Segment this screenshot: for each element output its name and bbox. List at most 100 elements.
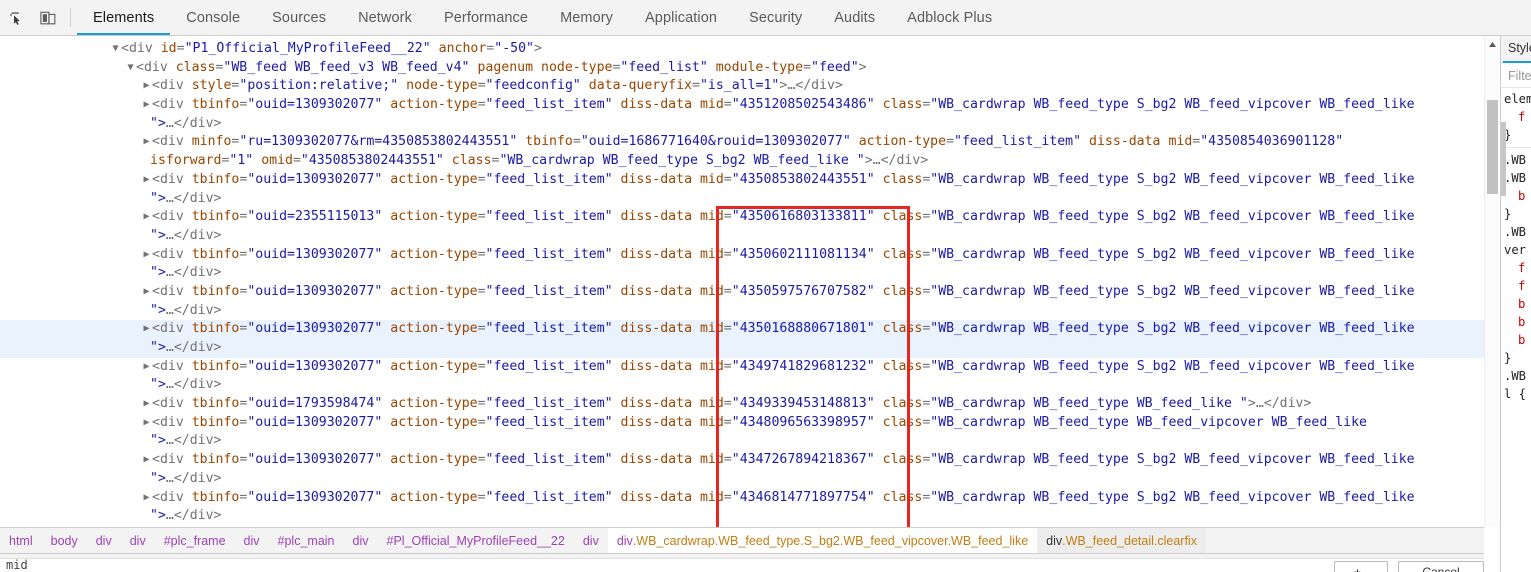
- attr-name-mid: mid: [699, 321, 724, 337]
- styles-rule[interactable]: l {: [1501, 385, 1531, 403]
- twisty-collapsed-icon[interactable]: ▶: [141, 358, 152, 377]
- breadcrumb-item[interactable]: div .WB_cardwrap.WB_feed_type.S_bg2.WB_fe…: [607, 528, 1038, 553]
- breadcrumb-item[interactable]: div .WB_feed_detail.clearfix: [1037, 528, 1206, 553]
- dom-tree-scroll-thumb[interactable]: [1487, 100, 1498, 194]
- breadcrumb-item[interactable]: #Pl_Official_MyProfileFeed__22: [378, 528, 574, 553]
- tab-memory[interactable]: Memory: [544, 0, 629, 35]
- styles-rule-property[interactable]: f: [1504, 277, 1531, 295]
- styles-rule-property[interactable]: b: [1504, 313, 1531, 331]
- tab-adblock-plus[interactable]: Adblock Plus: [891, 0, 1008, 35]
- twisty-collapsed-icon[interactable]: ▶: [141, 246, 152, 265]
- twisty-collapsed-icon[interactable]: ▶: [141, 208, 152, 227]
- breadcrumb-item[interactable]: div: [235, 528, 269, 553]
- breadcrumb-item[interactable]: div: [344, 528, 378, 553]
- styles-rule-property[interactable]: f: [1504, 259, 1531, 277]
- tab-performance[interactable]: Performance: [428, 0, 544, 35]
- node-ellipsis[interactable]: …: [166, 471, 174, 486]
- styles-rule-selector[interactable]: .WB: [1504, 169, 1531, 187]
- scroll-up-arrow-icon[interactable]: [1485, 36, 1500, 52]
- node-ellipsis[interactable]: …: [873, 153, 881, 168]
- twisty-collapsed-icon[interactable]: ▶: [141, 320, 152, 339]
- styles-rule-selector[interactable]: l {: [1504, 385, 1531, 403]
- dom-tree-scrollbar[interactable]: [1484, 36, 1499, 527]
- node-ellipsis[interactable]: …: [166, 265, 174, 280]
- styles-filter-row[interactable]: Filter: [1501, 64, 1531, 88]
- tab-elements[interactable]: Elements: [77, 0, 171, 35]
- tab-console[interactable]: Console: [170, 0, 256, 35]
- styles-rule-property[interactable]: f: [1504, 108, 1531, 126]
- node-ellipsis[interactable]: …: [166, 340, 174, 355]
- attr-value-id: "P1_Official_MyProfileFeed__22": [184, 41, 431, 56]
- dom-node-feed-item[interactable]: ▶ <div tbinfo = "ouid=1309302077" action-ty…: [0, 246, 1484, 283]
- twisty-collapsed-icon[interactable]: ▶: [141, 283, 152, 302]
- styles-rule-selector[interactable]: ver: [1504, 241, 1531, 259]
- twisty-collapsed-icon[interactable]: ▶: [141, 489, 152, 508]
- twisty-collapsed-icon[interactable]: ▶: [141, 133, 152, 152]
- styles-rule-selector[interactable]: .WB: [1504, 223, 1531, 241]
- breadcrumb-item[interactable]: body: [42, 528, 87, 553]
- dom-node-feed-item[interactable]: ▶ <div tbinfo = "ouid=1309302077" action-ty…: [0, 96, 1484, 133]
- tab-audits[interactable]: Audits: [818, 0, 891, 35]
- tag-open: <div: [152, 134, 184, 150]
- twisty-expanded-icon[interactable]: ▼: [125, 59, 136, 78]
- node-ellipsis[interactable]: …: [166, 433, 174, 448]
- twisty-collapsed-icon[interactable]: ▶: [141, 395, 152, 414]
- dom-node-feed-item[interactable]: ▶ <div tbinfo = "ouid=1309302077" action-ty…: [0, 283, 1484, 320]
- styles-filter-input[interactable]: Filter: [1508, 69, 1531, 83]
- styles-scroll-thumb[interactable]: [1501, 122, 1506, 196]
- node-ellipsis[interactable]: …: [166, 508, 174, 523]
- stepper-button[interactable]: + -: [1334, 561, 1388, 572]
- dom-node-wbfeed[interactable]: ▼ <div class = "WB_feed WB_feed_v3 WB_feed_…: [0, 59, 1484, 78]
- dom-node-root[interactable]: ▼ <div id="P1_Official_MyProfileFeed__22"…: [0, 40, 1484, 59]
- cancel-button[interactable]: Cancel: [1398, 561, 1484, 572]
- breadcrumb-item[interactable]: div: [87, 528, 121, 553]
- device-toolbar-icon[interactable]: [32, 0, 64, 36]
- dom-node-feed-item[interactable]: ▶ <div tbinfo = "ouid=1309302077" action-ty…: [0, 320, 1484, 358]
- dom-node-feed-item[interactable]: ▶ <div tbinfo = "ouid=1309302077" action-ty…: [0, 414, 1484, 451]
- node-ellipsis[interactable]: …: [166, 377, 174, 392]
- dom-node-feed-item[interactable]: ▶ <div tbinfo = "ouid=1309302077" action-ty…: [0, 171, 1484, 208]
- breadcrumb[interactable]: html body div div #plc_frame div #plc_main div #…: [0, 527, 1484, 554]
- twisty-collapsed-icon[interactable]: ▶: [141, 414, 152, 433]
- dom-node-feed-item[interactable]: ▶ <div tbinfo = "ouid=1793598474" action-ty…: [0, 395, 1484, 414]
- styles-rule[interactable]: .WB: [1501, 223, 1531, 241]
- dom-node-feed-item[interactable]: ▶ <div tbinfo = "ouid=1309302077" action-ty…: [0, 489, 1484, 526]
- breadcrumb-item[interactable]: html: [0, 528, 42, 553]
- styles-rule[interactable]: ver f f b b b}: [1501, 241, 1531, 367]
- dom-node-feed-item[interactable]: ▶ <div tbinfo = "ouid=1309302077" action-ty…: [0, 451, 1484, 488]
- node-ellipsis[interactable]: …: [166, 303, 174, 318]
- tab-styles[interactable]: Styles: [1508, 41, 1531, 55]
- breadcrumb-item[interactable]: #plc_main: [269, 528, 344, 553]
- eq: =: [477, 171, 486, 187]
- twisty-collapsed-icon[interactable]: ▶: [141, 451, 152, 470]
- tab-security[interactable]: Security: [733, 0, 818, 35]
- tab-application[interactable]: Application: [629, 0, 733, 35]
- dom-node-feedconfig[interactable]: ▶ <div style = "position:relative;" node-ty…: [0, 77, 1484, 96]
- tab-network[interactable]: Network: [342, 0, 428, 35]
- node-ellipsis[interactable]: …: [1256, 396, 1264, 411]
- styles-rule-selector[interactable]: .WB: [1504, 367, 1531, 385]
- twisty-collapsed-icon[interactable]: ▶: [141, 77, 152, 96]
- styles-rule-selector[interactable]: .WB: [1504, 151, 1531, 169]
- styles-rule-selector[interactable]: element.style {: [1504, 90, 1531, 108]
- inspect-cursor-icon[interactable]: [0, 0, 32, 36]
- dom-node-feed-item-forward[interactable]: ▶ <div minfo = "ru=1309302077&rm=4350853802…: [0, 133, 1484, 170]
- breadcrumb-item[interactable]: div: [574, 528, 608, 553]
- dom-tree[interactable]: ▼ <div id="P1_Official_MyProfileFeed__22"…: [0, 36, 1484, 527]
- twisty-expanded-icon[interactable]: ▼: [110, 40, 121, 59]
- styles-rule-property[interactable]: b: [1504, 187, 1531, 205]
- styles-rule-property[interactable]: b: [1504, 331, 1531, 349]
- node-ellipsis[interactable]: …: [166, 116, 174, 131]
- twisty-collapsed-icon[interactable]: ▶: [141, 96, 152, 115]
- breadcrumb-item[interactable]: div: [121, 528, 155, 553]
- dom-node-feed-item[interactable]: ▶ <div tbinfo = "ouid=1309302077" action-ty…: [0, 358, 1484, 395]
- dom-node-feed-item[interactable]: ▶ <div tbinfo = "ouid=2355115013" action-ty…: [0, 208, 1484, 245]
- tab-sources[interactable]: Sources: [256, 0, 342, 35]
- attr-value-tbinfo: "ouid=1309302077": [247, 414, 383, 430]
- breadcrumb-item[interactable]: #plc_frame: [155, 528, 235, 553]
- twisty-collapsed-icon[interactable]: ▶: [141, 171, 152, 190]
- styles-rule[interactable]: .WB: [1501, 367, 1531, 385]
- node-ellipsis[interactable]: …: [166, 191, 174, 206]
- node-ellipsis[interactable]: …: [166, 228, 174, 243]
- styles-rule-property[interactable]: b: [1504, 295, 1531, 313]
